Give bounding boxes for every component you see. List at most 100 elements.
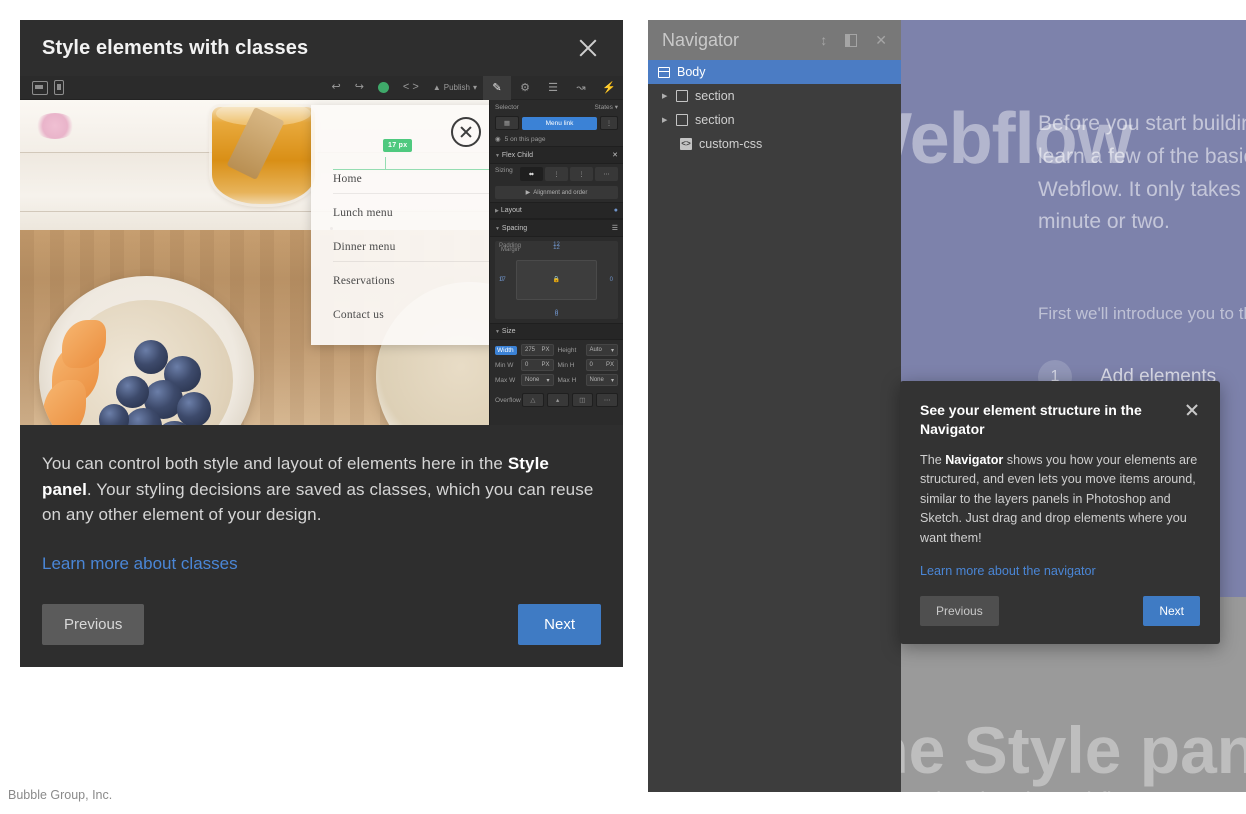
height-input[interactable]: Auto ▾ <box>585 344 618 356</box>
chevron-right-icon[interactable]: ▶ <box>662 93 669 100</box>
publish-button[interactable]: ▲ Publish ▾ <box>433 83 477 92</box>
modal-description: You can control both style and layout of… <box>42 451 601 528</box>
modal-header: Style elements with classes <box>20 20 623 76</box>
style-panel: Selector States ▾ ▦ Menu link ⋮ ◉ 5 on t… <box>489 100 623 425</box>
learn-more-link[interactable]: Learn more about classes <box>42 554 238 574</box>
sizing-option-fill[interactable]: ⋮ <box>545 167 568 181</box>
next-button[interactable]: Next <box>1143 596 1200 627</box>
height-label: Height <box>557 346 577 354</box>
min-width-input[interactable]: 0 PX <box>521 359 554 371</box>
overflow-visible-option[interactable]: △ <box>522 393 544 407</box>
close-icon[interactable]: ✕ <box>875 33 887 47</box>
layers-icon[interactable]: ☰ <box>539 76 567 100</box>
margin-right-value[interactable]: 0 <box>610 277 613 283</box>
spacing-control[interactable]: Margin 12 0 0 0 Padding 12 17 0 🔒 <box>495 241 618 319</box>
navigator-tour-screenshot: Webflow Before you start building, let's… <box>648 20 1246 792</box>
sizing-option-more[interactable]: ⋯ <box>595 167 618 181</box>
flex-child-section-header[interactable]: ▼ Flex Child ✕ <box>490 146 623 164</box>
size-fields: Width 275 PX Height Auto ▾ Min W 0 PX Min… <box>490 340 623 390</box>
padding-top-value[interactable]: 12 <box>553 242 560 248</box>
panel-split-icon[interactable] <box>845 33 858 47</box>
close-icon[interactable] <box>1184 402 1200 418</box>
sizing-label: Sizing <box>495 167 513 174</box>
background-paragraph-2: First we'll introduce you to the basics. <box>1038 304 1246 323</box>
menu-item-home[interactable]: Home <box>333 173 362 185</box>
width-input[interactable]: 275 PX <box>521 344 554 356</box>
menu-item-reservations[interactable]: Reservations <box>333 275 395 287</box>
alignment-and-order-button[interactable]: ▶ Alignment and order <box>495 186 618 199</box>
lock-icon[interactable]: 🔒 <box>553 276 560 283</box>
desktop-viewport-icon[interactable] <box>32 80 48 95</box>
size-section-header[interactable]: ▼ Size <box>490 323 623 340</box>
modal-footer: Previous Next <box>20 604 623 667</box>
publish-icon: ▲ <box>432 83 441 92</box>
mobile-viewport-icon[interactable] <box>54 80 64 95</box>
overflow-hidden-option[interactable]: ▴ <box>546 393 569 407</box>
menu-item-contact-us[interactable]: Contact us <box>333 309 384 321</box>
selector-label: Selector <box>495 103 519 111</box>
circle-close-icon[interactable] <box>451 117 481 147</box>
redo-arrow-icon[interactable]: ↪ <box>355 82 364 93</box>
padding-bottom-value[interactable]: 0 <box>555 312 558 318</box>
next-button[interactable]: Next <box>518 604 601 645</box>
max-width-label: Max W <box>495 376 516 384</box>
states-dropdown[interactable]: States ▾ <box>594 103 618 111</box>
nav-item-body[interactable]: Body <box>648 60 901 84</box>
nav-item-label: Body <box>677 65 706 79</box>
menu-item-lunch-menu[interactable]: Lunch menu <box>333 207 393 219</box>
nav-item-custom-css[interactable]: <> custom-css <box>648 132 901 156</box>
style-brush-icon[interactable]: ✎ <box>483 76 511 100</box>
tooltip-text-1: The <box>920 452 946 467</box>
sort-updown-icon[interactable]: ↕ <box>820 33 827 47</box>
overflow-auto-option[interactable]: ⋯ <box>596 393 618 407</box>
lightning-icon[interactable]: ⚡ <box>595 76 623 100</box>
menu-item-dinner-menu[interactable]: Dinner menu <box>333 241 396 253</box>
navigator-panel: Navigator ↕ ✕ Body ▶ section ▶ section <… <box>648 20 901 792</box>
chevron-right-icon[interactable]: ▶ <box>662 117 669 124</box>
flex-child-reset-icon[interactable]: ✕ <box>612 151 618 159</box>
nav-item-section-1[interactable]: ▶ section <box>648 84 901 108</box>
selector-bar: ▦ Menu link ⋮ <box>490 114 623 132</box>
page-footer-text: Bubble Group, Inc. <box>8 788 113 802</box>
spacing-section-header[interactable]: ▼ Spacing ☰ <box>490 219 623 237</box>
overflow-scroll-option[interactable]: ◫ <box>571 393 594 407</box>
toolbar-center-actions: ↩ ↪ < > ▲ Publish ▾ <box>331 82 483 93</box>
toolbar-right-tabs: ✎ ⚙ ☰ ↝ ⚡ <box>483 76 623 100</box>
max-width-input[interactable]: None ▾ <box>521 374 554 386</box>
code-brackets-icon[interactable]: < > <box>403 82 419 93</box>
undo-arrow-icon[interactable]: ↩ <box>331 82 340 93</box>
code-icon: <> <box>680 138 692 150</box>
embedded-designer-screenshot: ↩ ↪ < > ▲ Publish ▾ ✎ ⚙ ☰ ↝ ⚡ 17 px Home… <box>20 76 623 425</box>
tooltip-actions: Previous Next <box>920 596 1200 627</box>
navigator-title: Navigator <box>662 29 740 50</box>
sizing-option-fit[interactable]: ⋮ <box>570 167 593 181</box>
navigator-header: Navigator ↕ ✕ <box>648 20 901 60</box>
description-suffix: . Your styling decisions are saved as cl… <box>42 479 594 525</box>
photo-petal <box>34 113 77 139</box>
spacing-reset-icon[interactable]: ☰ <box>612 224 618 232</box>
nav-item-label: section <box>695 89 735 103</box>
class-chip[interactable]: Menu link <box>522 116 597 130</box>
previous-button[interactable]: Previous <box>920 596 999 627</box>
tooltip-header: See your element structure in the Naviga… <box>920 401 1200 439</box>
padding-left-value[interactable]: 17 <box>499 277 506 283</box>
max-height-input[interactable]: None ▾ <box>585 374 618 386</box>
square-icon <box>676 114 688 126</box>
sizing-option-shrink[interactable]: ⬌ <box>520 167 543 181</box>
padding-control[interactable]: Padding 12 17 0 🔒 <box>499 242 598 318</box>
page-title: Style elements with classes <box>42 36 309 59</box>
viewport-switcher[interactable] <box>20 80 64 95</box>
min-height-input[interactable]: 0 PX <box>585 359 618 371</box>
designer-toolbar: ↩ ↪ < > ▲ Publish ▾ ✎ ⚙ ☰ ↝ ⚡ <box>20 76 623 100</box>
gear-icon[interactable]: ⚙ <box>511 76 539 100</box>
nav-item-section-2[interactable]: ▶ section <box>648 108 901 132</box>
close-icon[interactable] <box>575 35 601 61</box>
alignment-guide <box>333 157 489 170</box>
layout-section-header[interactable]: ▶ Layout ● <box>490 202 623 219</box>
selector-element-icon[interactable]: ▦ <box>495 116 519 130</box>
designer-canvas: 17 px Home Lunch menu Dinner menu Reserv… <box>20 100 489 425</box>
previous-button[interactable]: Previous <box>42 604 145 645</box>
interactions-icon[interactable]: ↝ <box>567 76 595 100</box>
selector-more-icon[interactable]: ⋮ <box>600 116 618 130</box>
tooltip-learn-more-link[interactable]: Learn more about the navigator <box>920 564 1096 578</box>
